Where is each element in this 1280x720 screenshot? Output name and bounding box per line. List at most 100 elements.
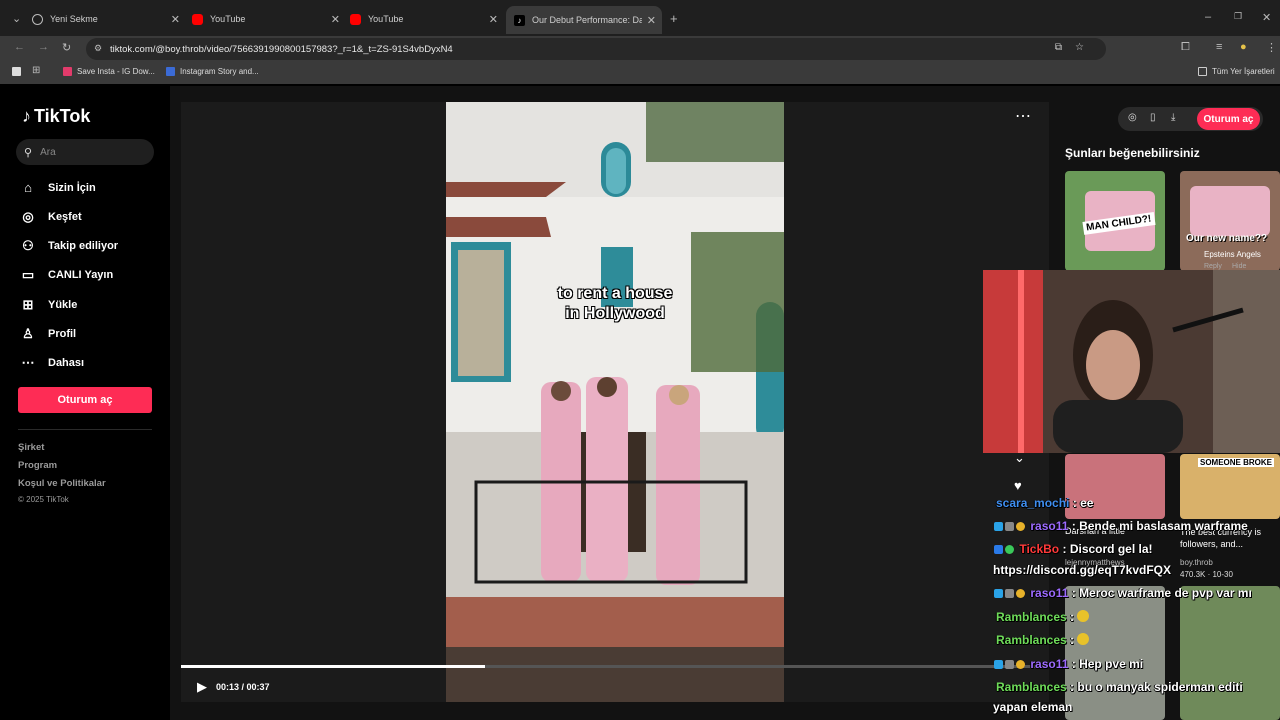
- chat-message: :: [1070, 610, 1075, 624]
- chat-line: yapan eleman: [993, 700, 1072, 714]
- restore-icon[interactable]: ❐: [1234, 11, 1242, 22]
- suggestion-thumb-6[interactable]: [1180, 586, 1280, 720]
- bookmark-instagram-story[interactable]: Instagram Story and...: [166, 67, 259, 76]
- nav-following[interactable]: ⚇ Takip ediliyor: [20, 238, 118, 254]
- close-icon[interactable]: ✕: [171, 13, 180, 26]
- search-icon: ⚲: [24, 146, 33, 159]
- search-input[interactable]: ⚲ Ara: [16, 139, 154, 165]
- close-icon[interactable]: ✕: [647, 14, 656, 27]
- suggestion-thumb-4[interactable]: SOMEONE BROKE: [1180, 454, 1280, 519]
- tab-tiktok[interactable]: ♪ Our Debut Performance: Darsh ✕: [506, 6, 662, 34]
- browser-tab-bar: ⌄ Yeni Sekme ✕ YouTube ✕ YouTube ✕ ♪ Our…: [0, 0, 1280, 38]
- tiktok-logo[interactable]: ♪ TikTok: [22, 106, 90, 127]
- emote-icon: [1077, 610, 1090, 622]
- tab-youtube-1[interactable]: YouTube ✕: [192, 8, 346, 30]
- forward-icon[interactable]: →: [38, 41, 49, 53]
- like-icon[interactable]: ♥: [1014, 478, 1022, 493]
- chat-line: raso11 : Meroc warframe de pvp var mı: [994, 586, 1252, 600]
- chat-message: : Hep pve mi: [1071, 657, 1144, 671]
- all-bookmarks[interactable]: Tüm Yer İşaretleri: [1198, 67, 1275, 76]
- footer-company[interactable]: Şirket: [18, 442, 44, 453]
- play-icon[interactable]: ▶: [197, 679, 207, 695]
- nav-for-you[interactable]: ⌂ Sizin İçin: [20, 180, 96, 195]
- chevron-down-icon[interactable]: ⌄: [1014, 450, 1025, 466]
- bookmark-favicon-icon: [166, 67, 175, 76]
- badge-icon: [994, 545, 1003, 554]
- media-icon[interactable]: ≡: [1216, 41, 1222, 53]
- chat-line: scara_mochi : ee: [996, 496, 1093, 510]
- menu-icon[interactable]: ⋮: [1266, 41, 1277, 54]
- nav-more[interactable]: ⋯ Dahası: [20, 355, 85, 371]
- card-author[interactable]: boy.throb: [1180, 558, 1213, 567]
- footer-program[interactable]: Program: [18, 460, 57, 471]
- webcam-image: [983, 270, 1280, 453]
- badge-icon: [1016, 660, 1025, 669]
- tab-youtube-2[interactable]: YouTube ✕: [350, 8, 504, 30]
- bookmark-star-icon[interactable]: ☆: [1075, 42, 1084, 53]
- tab-new-tab[interactable]: Yeni Sekme ✕: [32, 8, 186, 30]
- chat-user: raso11: [1030, 586, 1069, 600]
- back-icon[interactable]: ←: [14, 41, 25, 53]
- profile-avatar-icon[interactable]: ●: [1240, 41, 1247, 53]
- device-icon[interactable]: ▯: [1150, 112, 1156, 123]
- chat-user: Ramblances: [996, 633, 1067, 647]
- install-icon[interactable]: ⧉: [1055, 42, 1062, 53]
- window-close-icon[interactable]: ✕: [1262, 11, 1271, 24]
- profile-icon: ♙: [22, 326, 34, 341]
- live-icon: ▭: [21, 267, 35, 282]
- thumb-hide: Hide: [1232, 263, 1247, 270]
- download-icon[interactable]: ⤓: [1171, 112, 1175, 123]
- more-options-icon[interactable]: ⋯: [1015, 106, 1031, 126]
- chat-message: :: [1070, 633, 1075, 647]
- tab-search-icon[interactable]: ⌄: [12, 12, 21, 25]
- tiktok-logo-icon: ♪: [22, 106, 31, 126]
- tab-grid-icon[interactable]: [12, 67, 26, 76]
- bookmark-save-insta[interactable]: Save Insta - IG Dow...: [63, 67, 155, 76]
- nav-label: Takip ediliyor: [48, 240, 119, 252]
- close-icon[interactable]: ✕: [489, 13, 498, 26]
- nav-profile[interactable]: ♙ Profil: [20, 326, 76, 342]
- address-bar[interactable]: ⚙ tiktok.com/@boy.throb/video/7566391990…: [86, 38, 1106, 60]
- video-player[interactable]: to rent a house in Hollywood ⋯ ▶ 00:13 /…: [181, 102, 1049, 702]
- badge-icon: [1016, 589, 1025, 598]
- suggestion-thumb-2[interactable]: Our new name?? Epsteins Angels Reply Hid…: [1180, 171, 1280, 271]
- nav-upload[interactable]: ⊞ Yükle: [20, 297, 78, 313]
- badge-icon: [1005, 589, 1014, 598]
- new-tab-button[interactable]: +: [670, 11, 678, 26]
- apps-icon[interactable]: ⊞: [32, 65, 40, 76]
- badge-icon: [1016, 522, 1025, 531]
- chat-message: : Meroc warframe de pvp var mı: [1071, 586, 1252, 600]
- nav-explore[interactable]: ◎ Keşfet: [20, 209, 81, 225]
- search-placeholder: Ara: [40, 146, 56, 158]
- more-icon: ⋯: [21, 355, 35, 370]
- suggestion-thumb-1[interactable]: MAN CHILD?!: [1065, 171, 1165, 271]
- footer-terms[interactable]: Koşul ve Politikalar: [18, 478, 106, 489]
- nav-label: CANLI Yayın: [48, 269, 114, 281]
- site-info-icon[interactable]: ⚙: [94, 43, 102, 54]
- chat-line: Ramblances :: [996, 633, 1091, 647]
- minimize-icon[interactable]: –: [1205, 11, 1211, 23]
- video-progress-bar[interactable]: [181, 665, 1049, 668]
- explore-icon[interactable]: ◎: [1128, 112, 1137, 123]
- badge-icon: [1005, 545, 1014, 554]
- login-button[interactable]: Oturum aç: [18, 387, 152, 413]
- chat-user: Ramblances: [996, 680, 1067, 694]
- reload-icon[interactable]: ↻: [62, 41, 71, 54]
- logo-text: TikTok: [34, 106, 91, 126]
- address-toolbar: ← → ↻ ⚙ tiktok.com/@boy.throb/video/7566…: [0, 36, 1280, 62]
- chat-message[interactable]: https://discord.gg/eqT7kvdFQX: [993, 563, 1171, 577]
- chat-user: TickBo: [1019, 542, 1060, 556]
- home-icon: ⌂: [24, 180, 32, 195]
- nav-label: Dahası: [48, 357, 85, 369]
- thumb-sub: Epsteins Angels: [1204, 250, 1261, 259]
- extensions-icon[interactable]: ⧠: [1181, 41, 1190, 54]
- header-login-button[interactable]: Oturum aç: [1197, 108, 1260, 130]
- nav-live[interactable]: ▭ CANLI Yayın: [20, 267, 113, 283]
- chat-line: raso11 : Bende mi baslasam warframe: [994, 519, 1248, 533]
- chat-user: scara_mochi: [996, 496, 1070, 510]
- close-icon[interactable]: ✕: [331, 13, 340, 26]
- video-frame[interactable]: to rent a house in Hollywood: [446, 102, 784, 702]
- chat-user: raso11: [1030, 657, 1069, 671]
- nav-label: Sizin İçin: [48, 181, 96, 194]
- suggestion-thumb-5[interactable]: [1065, 586, 1165, 720]
